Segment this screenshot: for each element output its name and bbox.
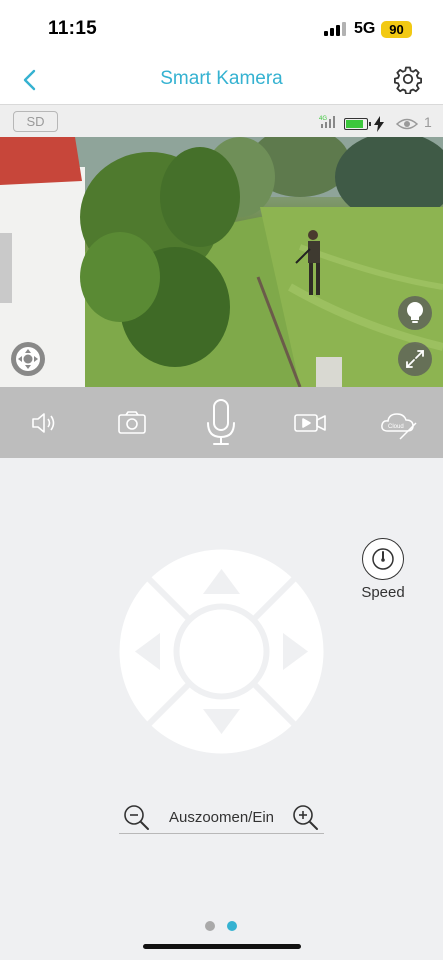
- video-scene: [0, 137, 443, 387]
- speedometer-icon: [371, 547, 394, 570]
- page-indicator: [205, 921, 239, 931]
- sd-card-button[interactable]: SD: [13, 111, 58, 132]
- speed-label: Speed: [361, 584, 405, 601]
- camera-info-bar: SD 4G 1: [0, 104, 443, 137]
- ptz-icon: [16, 347, 40, 371]
- record-button[interactable]: [288, 401, 332, 445]
- microphone-icon: [207, 399, 235, 445]
- camera-toolbar: Cloud: [0, 387, 443, 458]
- eye-icon: [396, 118, 418, 130]
- lightbulb-icon: [407, 302, 423, 323]
- svg-text:Cloud: Cloud: [388, 424, 404, 430]
- page-dot[interactable]: [227, 921, 237, 931]
- viewer-count: 1: [424, 114, 432, 130]
- camera-battery-icon: [344, 118, 371, 130]
- back-button[interactable]: [18, 66, 44, 94]
- speed-button[interactable]: [362, 538, 404, 580]
- zoom-in-button[interactable]: [291, 803, 319, 831]
- speaker-icon: [32, 413, 55, 433]
- camera-icon: [118, 411, 146, 434]
- live-video-feed[interactable]: [0, 137, 443, 387]
- gear-icon: [394, 66, 422, 95]
- cloud-button[interactable]: Cloud: [376, 401, 420, 445]
- zoom-control: Auszoomen/Ein: [119, 800, 324, 834]
- zoom-in-icon: [293, 805, 318, 830]
- settings-button[interactable]: [393, 64, 423, 95]
- navigation-bar: Smart Kamera: [0, 58, 443, 104]
- microphone-button[interactable]: [199, 397, 243, 449]
- page-dot[interactable]: [205, 921, 215, 931]
- fullscreen-icon: [406, 350, 424, 368]
- ptz-pad-graphic: [119, 549, 324, 754]
- camera-signal-icon: 4G: [319, 116, 335, 128]
- speaker-button[interactable]: [22, 401, 66, 445]
- pan-control-button[interactable]: [11, 342, 45, 376]
- network-type: 5G: [354, 20, 376, 37]
- home-indicator: [143, 944, 301, 949]
- svg-text:4G: 4G: [319, 116, 327, 122]
- ptz-direction-pad: [119, 549, 324, 754]
- page-title: Smart Kamera: [160, 68, 283, 89]
- snapshot-button[interactable]: [110, 401, 154, 445]
- status-time: 11:15: [48, 18, 98, 39]
- video-record-icon: [294, 414, 326, 432]
- cloud-off-icon: Cloud: [381, 413, 417, 440]
- chevron-left-icon: [23, 69, 36, 91]
- status-bar: 11:15 5G 90: [0, 0, 443, 58]
- battery-indicator: 90: [381, 21, 412, 38]
- light-button[interactable]: [398, 296, 432, 330]
- cellular-signal-icon: [324, 22, 346, 36]
- charging-icon: [374, 116, 384, 132]
- fullscreen-button[interactable]: [398, 342, 432, 376]
